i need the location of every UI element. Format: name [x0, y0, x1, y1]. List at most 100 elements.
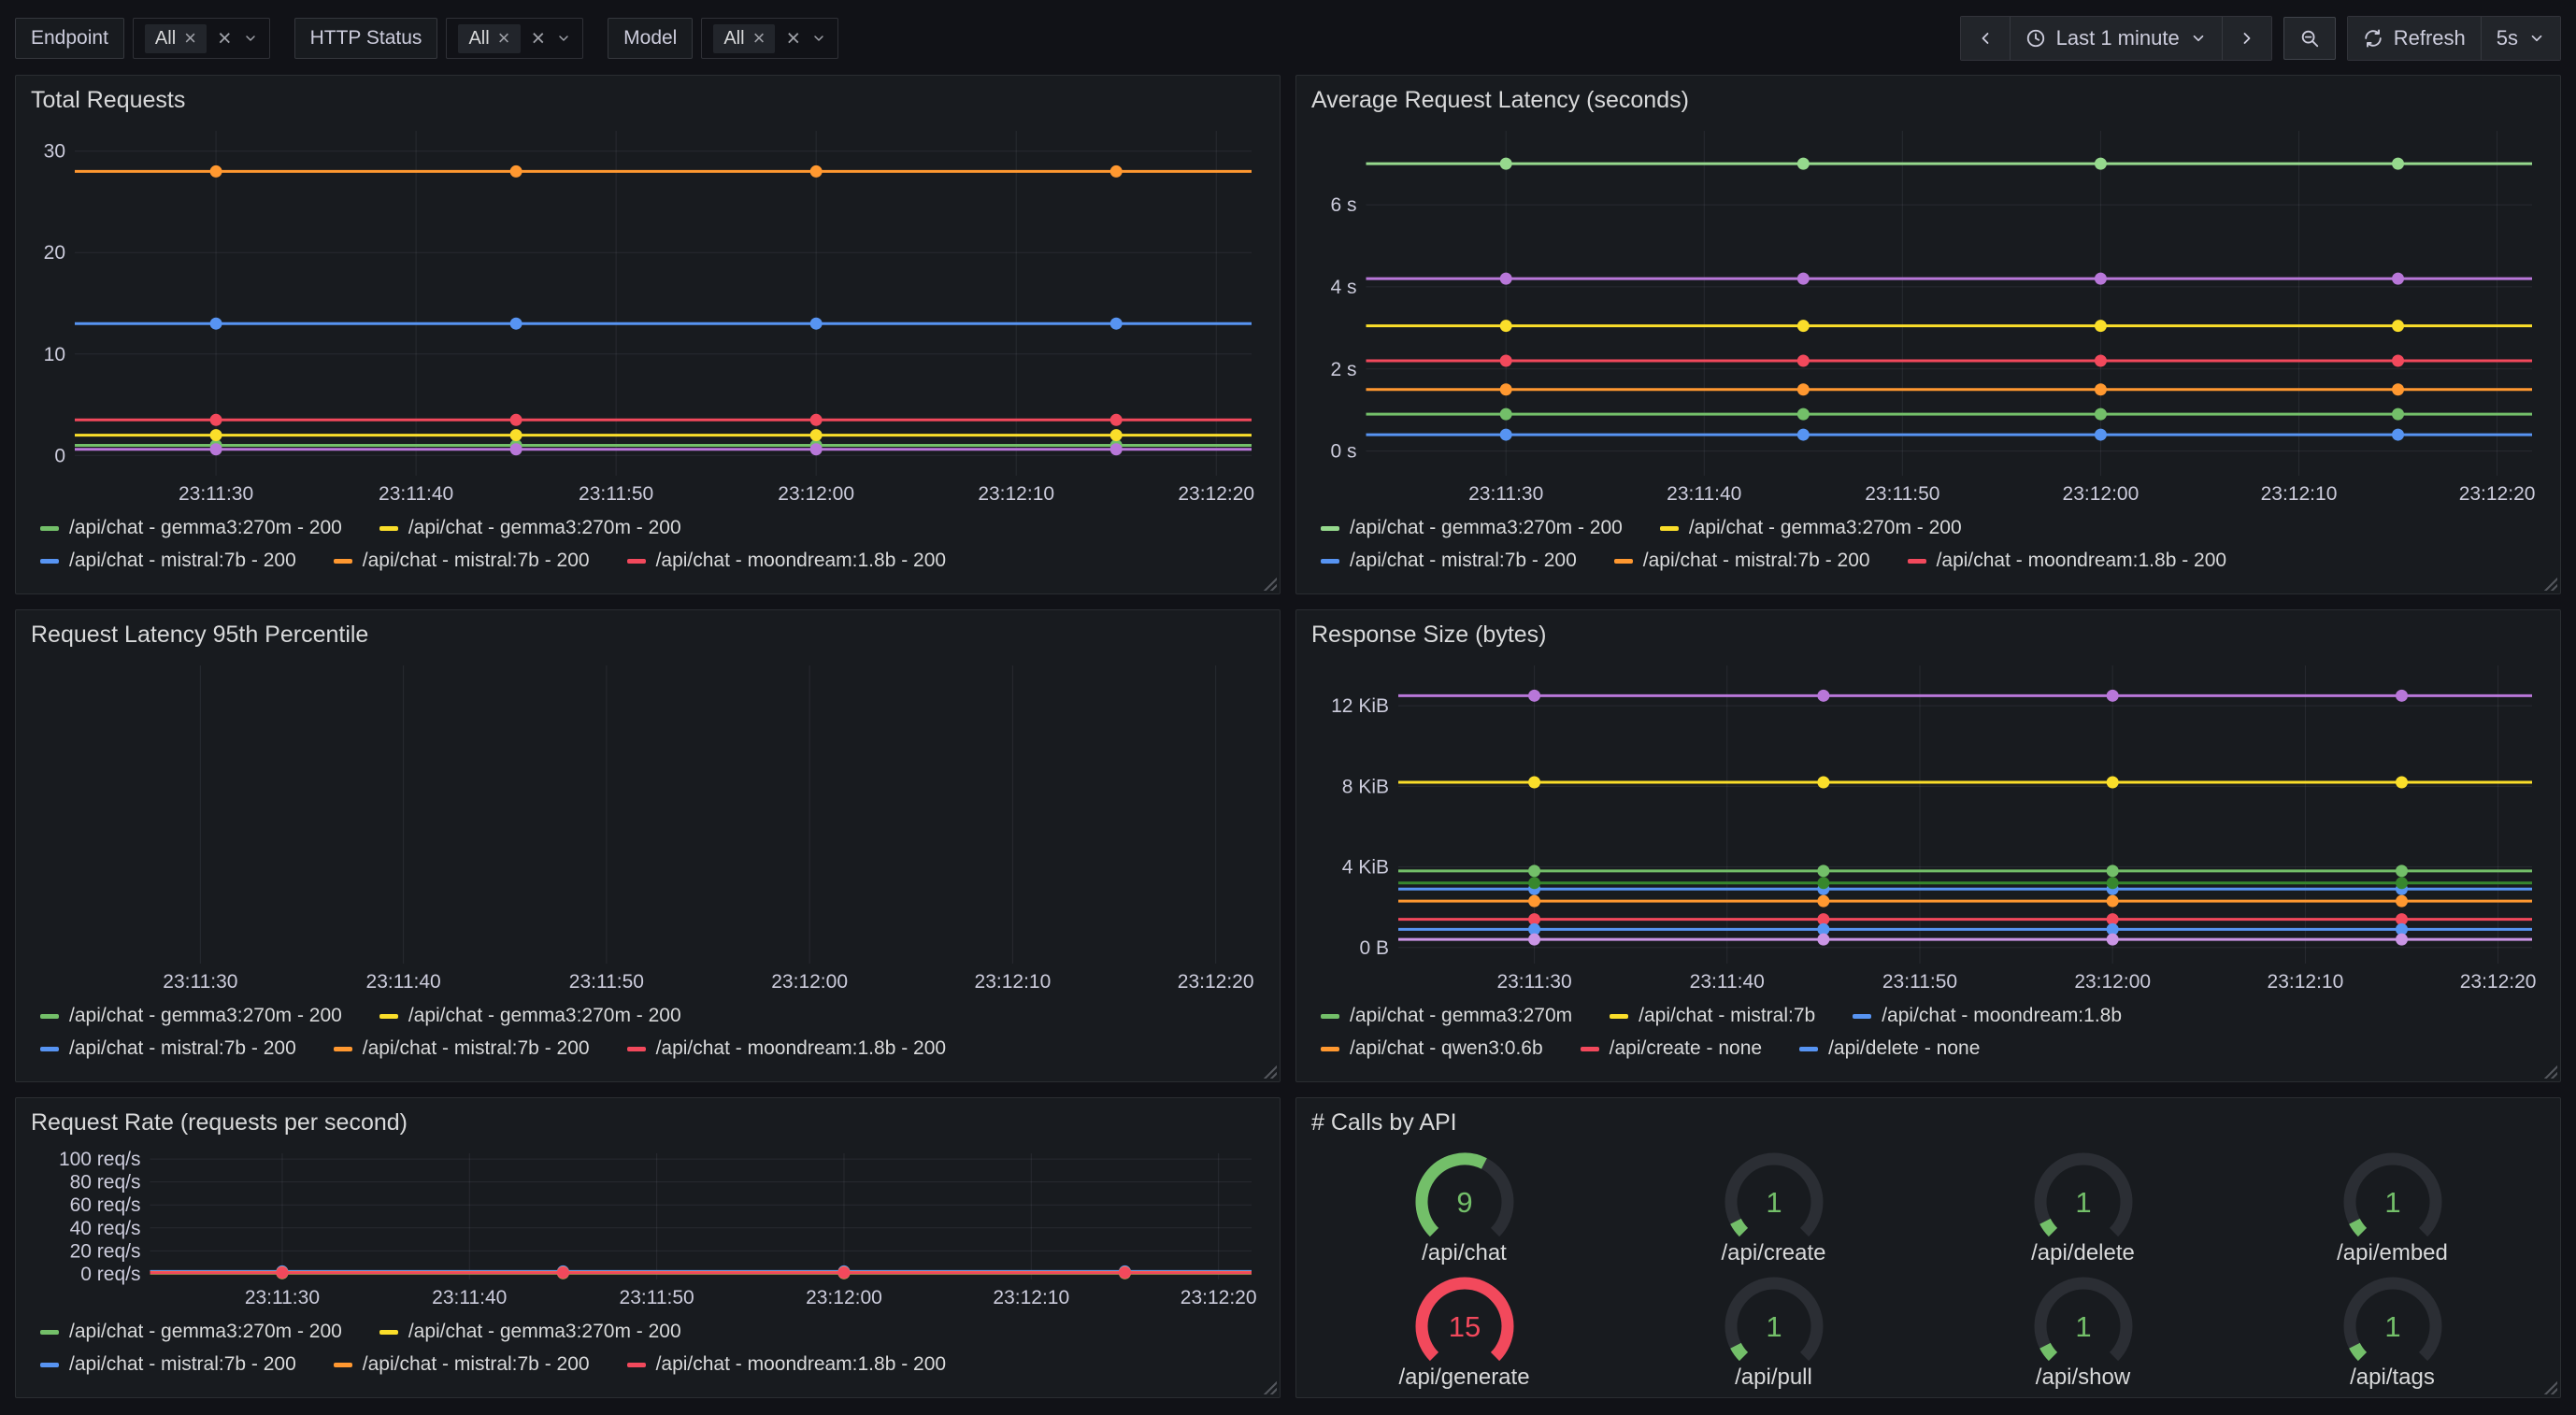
chart-canvas[interactable]: 23:11:3023:11:4023:11:5023:12:0023:12:10… — [31, 121, 1265, 507]
svg-text:23:11:40: 23:11:40 — [366, 971, 441, 993]
panel-header: # Calls by API — [1296, 1104, 2560, 1144]
legend-item[interactable]: /api/chat - moondream:1.8b - 200 — [1908, 550, 2227, 572]
series-color-marker — [40, 1014, 59, 1019]
panel-title[interactable]: Request Latency 95th Percentile — [31, 622, 368, 649]
panel-title[interactable]: # Calls by API — [1311, 1109, 1457, 1136]
series-label: /api/chat - mistral:7b - 200 — [363, 1037, 590, 1060]
filter-label-endpoint: Endpoint — [15, 18, 124, 59]
time-shift-forward-button[interactable] — [2222, 17, 2271, 60]
filter-chip[interactable]: All× — [145, 24, 207, 53]
series-color-marker — [1321, 526, 1339, 531]
svg-text:23:12:10: 23:12:10 — [975, 971, 1052, 993]
filter-value-model[interactable]: All×× — [701, 18, 838, 59]
chevron-down-icon[interactable] — [243, 31, 258, 46]
panel-title[interactable]: Request Rate (requests per second) — [31, 1109, 408, 1136]
series-color-marker — [334, 1047, 352, 1051]
grafana-dashboard: EndpointAll××HTTP StatusAll××ModelAll×× … — [0, 0, 2576, 1415]
series-color-marker — [379, 1014, 398, 1019]
series-color-marker — [627, 1047, 646, 1051]
series-color-marker — [334, 559, 352, 564]
time-range-picker[interactable]: Last 1 minute — [2010, 17, 2222, 60]
time-range-label: Last 1 minute — [2056, 26, 2180, 50]
panel-calls-by-api: # Calls by API 9/api/chat1/api/create1/a… — [1295, 1097, 2561, 1398]
legend-item[interactable]: /api/chat - mistral:7b - 200 — [40, 550, 296, 572]
filter-label-http-status: HTTP Status — [294, 18, 438, 59]
gauge-label: /api/embed — [2337, 1240, 2448, 1266]
remove-chip-icon[interactable]: × — [753, 28, 766, 49]
panel-body: 23:11:3023:11:4023:11:5023:12:0023:12:10… — [16, 1144, 1280, 1392]
filter-chip[interactable]: All× — [458, 24, 520, 53]
clear-filter-icon[interactable]: × — [786, 27, 800, 50]
legend-item[interactable]: /api/chat - gemma3:270m - 200 — [379, 517, 681, 539]
series-label: /api/chat - gemma3:270m - 200 — [69, 1005, 342, 1027]
clear-filter-icon[interactable]: × — [532, 27, 546, 50]
refresh-button[interactable]: Refresh — [2348, 17, 2481, 60]
gauge-label: /api/create — [1721, 1240, 1825, 1266]
legend-item[interactable]: /api/delete - none — [1799, 1037, 1980, 1060]
series-color-marker — [1321, 1047, 1339, 1051]
panel-title[interactable]: Response Size (bytes) — [1311, 622, 1547, 649]
svg-text:0 B: 0 B — [1359, 937, 1389, 959]
chart-canvas[interactable]: 23:11:3023:11:4023:11:5023:12:0023:12:10… — [1311, 656, 2545, 995]
legend-item[interactable]: /api/chat - mistral:7b - 200 — [1321, 550, 1577, 572]
zoom-out-time-button[interactable] — [2283, 17, 2336, 60]
time-shift-back-button[interactable] — [1961, 17, 2010, 60]
legend-item[interactable]: /api/chat - gemma3:270m - 200 — [40, 1321, 342, 1343]
legend-item[interactable]: /api/create - none — [1581, 1037, 1762, 1060]
legend-item[interactable]: /api/chat - qwen3:0.6b — [1321, 1037, 1543, 1060]
legend-item[interactable]: /api/chat - mistral:7b - 200 — [40, 1353, 296, 1376]
remove-chip-icon[interactable]: × — [184, 28, 196, 49]
legend-item[interactable]: /api/chat - moondream:1.8b - 200 — [627, 1353, 947, 1376]
svg-text:23:11:50: 23:11:50 — [1882, 971, 1957, 993]
filter-value-http-status[interactable]: All×× — [446, 18, 583, 59]
legend-item[interactable]: /api/chat - gemma3:270m - 200 — [40, 517, 342, 539]
legend-item[interactable]: /api/chat - mistral:7b - 200 — [40, 1037, 296, 1060]
svg-text:0: 0 — [54, 445, 65, 466]
chart-canvas[interactable]: 23:11:3023:11:4023:11:5023:12:0023:12:10… — [1311, 121, 2545, 507]
remove-chip-icon[interactable]: × — [498, 28, 510, 49]
chevron-down-icon[interactable] — [556, 31, 571, 46]
legend-item[interactable]: /api/chat - mistral:7b — [1610, 1005, 1815, 1027]
legend-item[interactable]: /api/chat - gemma3:270m - 200 — [379, 1321, 681, 1343]
refresh-interval-picker[interactable]: 5s — [2481, 17, 2560, 60]
legend-item[interactable]: /api/chat - mistral:7b - 200 — [334, 550, 590, 572]
gauge-api-tags: 1/api/tags — [2238, 1268, 2547, 1393]
filter-chip[interactable]: All× — [713, 24, 775, 53]
legend-item[interactable]: /api/chat - moondream:1.8b — [1853, 1005, 2122, 1027]
svg-text:23:11:40: 23:11:40 — [432, 1287, 507, 1308]
legend-item[interactable]: /api/chat - moondream:1.8b - 200 — [627, 550, 947, 572]
legend-item[interactable]: /api/chat - mistral:7b - 200 — [334, 1037, 590, 1060]
legend-item[interactable]: /api/chat - gemma3:270m - 200 — [40, 1005, 342, 1027]
gauge-label: /api/generate — [1398, 1365, 1529, 1391]
legend-item[interactable]: /api/chat - mistral:7b - 200 — [334, 1353, 590, 1376]
svg-text:23:11:40: 23:11:40 — [1667, 483, 1741, 505]
series-label: /api/chat - moondream:1.8b - 200 — [1937, 550, 2227, 572]
series-label: /api/chat - moondream:1.8b - 200 — [656, 1037, 947, 1060]
panel-title[interactable]: Average Request Latency (seconds) — [1311, 87, 1689, 114]
legend-item[interactable]: /api/chat - mistral:7b - 200 — [1614, 550, 1870, 572]
svg-text:23:12:10: 23:12:10 — [993, 1287, 1069, 1308]
legend-item[interactable]: /api/chat - gemma3:270m - 200 — [1321, 517, 1623, 539]
legend-item[interactable]: /api/chat - gemma3:270m - 200 — [1660, 517, 1962, 539]
series-label: /api/chat - mistral:7b - 200 — [69, 550, 296, 572]
svg-text:40 req/s: 40 req/s — [70, 1218, 141, 1239]
series-label: /api/chat - qwen3:0.6b — [1350, 1037, 1543, 1060]
chart-canvas[interactable]: 23:11:3023:11:4023:11:5023:12:0023:12:10… — [31, 656, 1265, 995]
series-label: /api/chat - moondream:1.8b - 200 — [656, 550, 947, 572]
chart-canvas[interactable]: 23:11:3023:11:4023:11:5023:12:0023:12:10… — [31, 1144, 1265, 1311]
legend-row: /api/chat - gemma3:270m - 200/api/chat -… — [40, 1005, 1265, 1027]
legend-item[interactable]: /api/chat - gemma3:270m - 200 — [379, 1005, 681, 1027]
time-range-group: Last 1 minute — [1960, 16, 2272, 61]
panel-title[interactable]: Total Requests — [31, 87, 185, 114]
svg-text:23:11:50: 23:11:50 — [1865, 483, 1939, 505]
filter-value-endpoint[interactable]: All×× — [133, 18, 270, 59]
svg-text:4 s: 4 s — [1330, 277, 1356, 298]
clear-filter-icon[interactable]: × — [218, 27, 232, 50]
series-label: /api/create - none — [1610, 1037, 1762, 1060]
panel-header: Response Size (bytes) — [1296, 616, 2560, 656]
legend-item[interactable]: /api/chat - gemma3:270m — [1321, 1005, 1572, 1027]
series-color-marker — [40, 559, 59, 564]
legend-item[interactable]: /api/chat - moondream:1.8b - 200 — [627, 1037, 947, 1060]
chevron-down-icon[interactable] — [811, 31, 826, 46]
svg-text:23:11:40: 23:11:40 — [379, 483, 453, 505]
